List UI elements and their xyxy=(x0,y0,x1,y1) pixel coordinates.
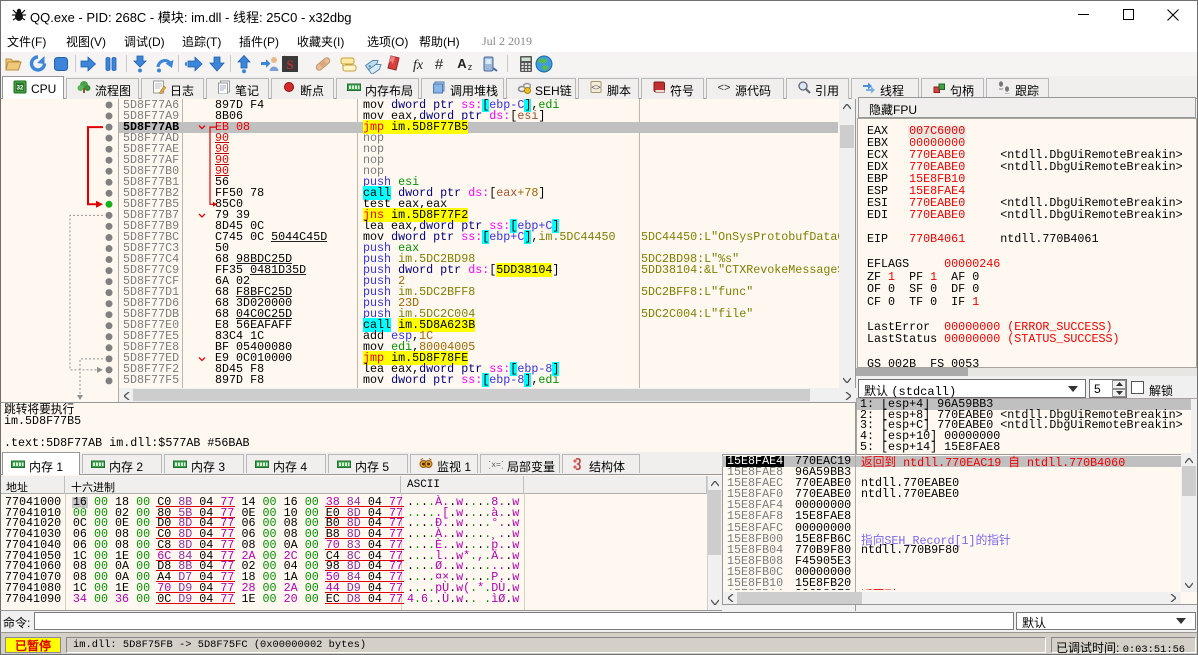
svg-text:#: # xyxy=(435,56,444,73)
svg-text:z: z xyxy=(468,62,473,72)
svg-text:fx: fx xyxy=(413,58,424,73)
svg-text:S: S xyxy=(286,57,293,72)
svg-text:<>: <> xyxy=(718,82,731,94)
svg-text:<>: <> xyxy=(591,83,601,92)
svg-text:A: A xyxy=(457,56,467,71)
svg-text:32: 32 xyxy=(17,86,24,92)
svg-text:[x=]: [x=] xyxy=(489,461,503,470)
